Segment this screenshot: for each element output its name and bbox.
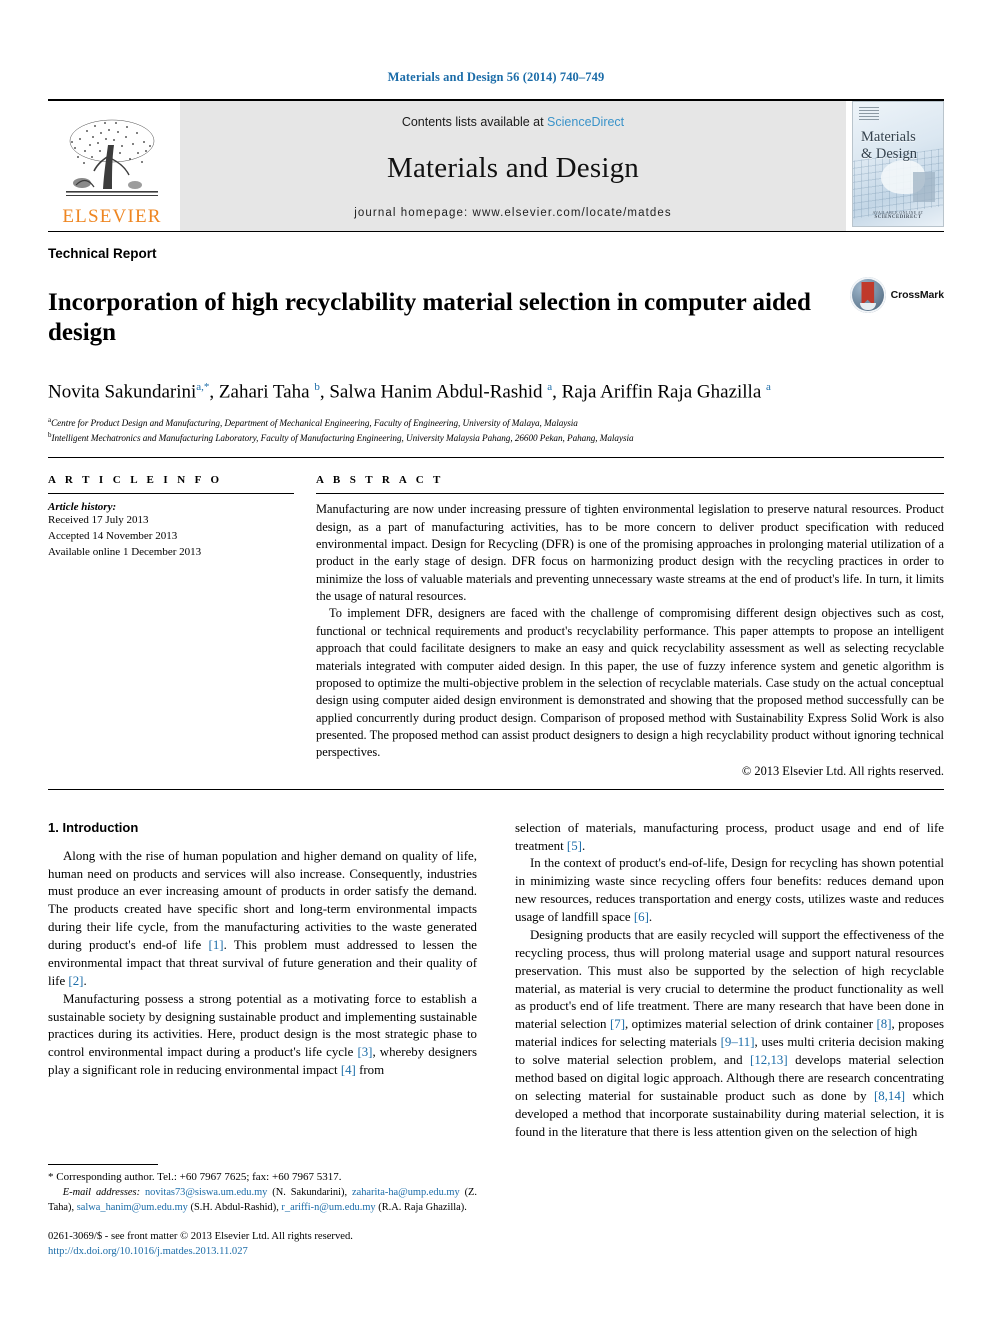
citation-ref[interactable]: [2] (68, 974, 83, 988)
article-history-online: Available online 1 December 2013 (48, 545, 202, 558)
article-head-rule (48, 457, 944, 459)
article-info-label: A R T I C L E I N F O (48, 474, 223, 487)
masthead-bottom-rule (48, 231, 944, 232)
journal-band: Contents lists available at ScienceDirec… (180, 101, 846, 231)
article-history-received: Received 17 July 2013 (48, 514, 149, 527)
email-link[interactable]: r_ariffi-n@um.edu.my (281, 1202, 375, 1213)
crossmark-label: CrossMark (890, 289, 944, 301)
affiliation-item: bIntelligent Mechatronics and Manufactur… (48, 430, 944, 445)
author-list: Novita Sakundarinia,*, Zahari Taha b, Sa… (48, 380, 771, 402)
elsevier-tree-icon (66, 119, 158, 196)
email-addresses-note: E-mail addresses: novitas73@siswa.um.edu… (48, 1187, 477, 1214)
sciencedirect-link[interactable]: ScienceDirect (547, 115, 624, 129)
email-link[interactable]: novitas73@siswa.um.edu.my (145, 1187, 267, 1198)
author-name: Zahari Taha (218, 380, 310, 402)
article-doctype: Technical Report (48, 246, 157, 261)
author-mark: a,* (196, 380, 210, 393)
running-head: Materials and Design 56 (2014) 740–749 (387, 70, 605, 84)
footnote-block: * Corresponding author. Tel.: +60 7967 7… (48, 1163, 477, 1260)
contents-line: Contents lists available at ScienceDirec… (402, 115, 624, 129)
author-mark: a (766, 380, 771, 393)
journal-cover-thumbnail: Materials & Design AVAILABLE ONLINE AT S… (852, 101, 944, 227)
cover-title-line2: & Design (861, 145, 917, 162)
cover-elsevier-mark (859, 107, 879, 121)
intro-paragraph: Manufacturing possess a strong potential… (48, 991, 477, 1078)
citation-ref[interactable]: [5] (567, 839, 582, 853)
crossmark-badge-group[interactable]: CrossMark (849, 271, 944, 313)
elsevier-wordmark: ELSEVIER (62, 206, 162, 227)
author-name: Salwa Hanim Abdul-Rashid (329, 380, 543, 402)
journal-title: Materials and Design (386, 151, 640, 184)
email-owner: (R.A. Raja Ghazilla) (378, 1202, 465, 1214)
intro-paragraph: Along with the rise of human population … (48, 848, 477, 988)
contents-prefix: Contents lists available at (401, 115, 548, 129)
abstract-paragraph: To implement DFR, designers are faced wi… (316, 606, 944, 760)
imprint-block: 0261-3069/$ - see front matter © 2013 El… (48, 1229, 477, 1260)
affiliation-item: aCentre for Product Design and Manufactu… (48, 415, 944, 430)
article-info-rule (48, 493, 294, 495)
elsevier-logo: ELSEVIER (48, 101, 176, 231)
email-owner: (S.H. Abdul-Rashid) (190, 1202, 277, 1214)
email-owner: (N. Sakundarini) (272, 1187, 345, 1199)
cover-title-line1: Materials (861, 129, 916, 145)
abstract-label: A B S T R A C T (316, 474, 444, 487)
email-label: E-mail addresses: (62, 1187, 141, 1199)
author-name: Raja Ariffin Raja Ghazilla (561, 380, 762, 402)
author-name: Novita Sakundarini (48, 380, 197, 402)
body-column-left: 1. Introduction Along with the rise of h… (48, 820, 477, 1260)
citation-ref[interactable]: [12,13] (750, 1053, 788, 1067)
article-history-accepted: Accepted 14 November 2013 (48, 529, 178, 542)
citation-ref[interactable]: [7] (610, 1017, 625, 1031)
author-mark: a (547, 380, 553, 393)
abstract-body: Manufacturing are now under increasing p… (316, 501, 944, 761)
info-abstract-section: A R T I C L E I N F O Article history: R… (48, 474, 944, 778)
body-column-right: selection of materials, manufacturing pr… (515, 820, 944, 1260)
abstract-bottom-rule (48, 788, 944, 790)
issn-line: 0261-3069/$ - see front matter © 2013 El… (48, 1231, 353, 1242)
intro-paragraph: Designing products that are easily recyc… (515, 927, 944, 1139)
article-info-column: A R T I C L E I N F O Article history: R… (48, 474, 316, 778)
affiliation-text: Centre for Product Design and Manufactur… (51, 417, 578, 428)
title-row: Incorporation of high recyclability mate… (48, 271, 944, 366)
citation-ref[interactable]: [6] (634, 910, 649, 924)
affiliation-list: aCentre for Product Design and Manufactu… (48, 415, 944, 446)
footnote-rule (48, 1163, 158, 1165)
cover-footer: AVAILABLE ONLINE AT SCIENCEDIRECT (853, 210, 943, 220)
citation-ref[interactable]: [3] (357, 1045, 372, 1059)
email-link[interactable]: zaharita-ha@ump.edu.my (352, 1187, 460, 1198)
citation-ref[interactable]: [4] (341, 1063, 356, 1077)
cover-title: Materials & Design (861, 129, 917, 162)
body-columns: 1. Introduction Along with the rise of h… (48, 820, 944, 1260)
paper-page: Materials and Design 56 (2014) 740–749 E… (0, 0, 992, 1323)
abstract-paragraph: Manufacturing are now under increasing p… (316, 502, 944, 604)
corresponding-author-note: * Corresponding author. Tel.: +60 7967 7… (48, 1170, 477, 1186)
article-title: Incorporation of high recyclability mate… (48, 288, 811, 347)
cover-square-art (913, 172, 935, 202)
journal-masthead: ELSEVIER Contents lists available at Sci… (48, 99, 944, 231)
email-link[interactable]: salwa_hanim@um.edu.my (77, 1202, 188, 1213)
journal-homepage[interactable]: journal homepage: www.elsevier.com/locat… (354, 207, 671, 219)
intro-paragraph: In the context of product's end-of-life,… (515, 856, 944, 925)
citation-ref[interactable]: [8] (876, 1017, 891, 1031)
abstract-column: A B S T R A C T Manufacturing are now un… (316, 474, 944, 778)
cover-footer-bottom: SCIENCEDIRECT (874, 215, 922, 220)
affiliation-text: Intelligent Mechatronics and Manufacturi… (51, 432, 634, 443)
article-history-heading: Article history: (48, 501, 117, 514)
citation-ref[interactable]: [8,14] (874, 1089, 905, 1103)
section-heading-introduction: 1. Introduction (48, 819, 139, 835)
abstract-rule (316, 493, 944, 495)
intro-paragraph: selection of materials, manufacturing pr… (515, 820, 944, 853)
corresponding-author-text: * Corresponding author. Tel.: +60 7967 7… (48, 1170, 342, 1183)
citation-ref[interactable]: [9–11] (721, 1035, 755, 1049)
author-mark: b (314, 380, 320, 393)
citation-ref[interactable]: [1] (209, 938, 224, 952)
doi-link[interactable]: http://dx.doi.org/10.1016/j.matdes.2013.… (48, 1244, 477, 1259)
abstract-copyright: © 2013 Elsevier Ltd. All rights reserved… (741, 763, 944, 778)
crossmark-icon (849, 277, 886, 313)
